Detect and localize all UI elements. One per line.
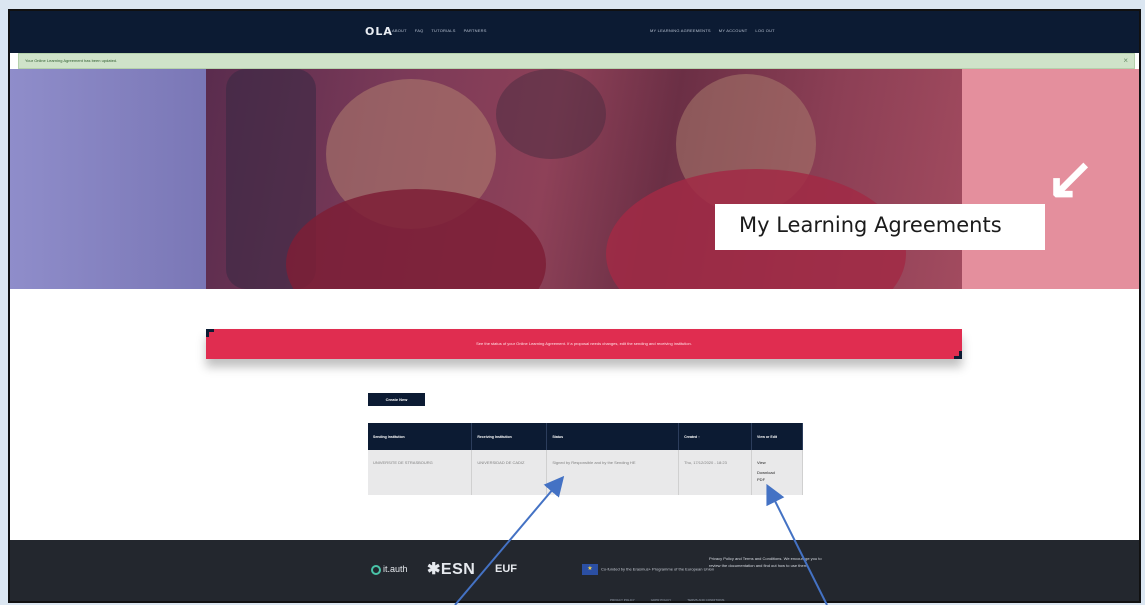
- column-header-receiving[interactable]: Receiving Institution: [471, 423, 548, 450]
- footer-note: Privacy Policy and Terms and Conditions.…: [709, 556, 822, 568]
- footer-links: PRIVACY POLICY GDPR POLICY TERMS AND CON…: [610, 598, 724, 601]
- eu-flag-icon: ★: [582, 564, 598, 575]
- cell-status: Signed by Responsible and by the Sending…: [546, 450, 680, 495]
- arrow-down-left-icon: ↙: [1046, 146, 1095, 211]
- page-title: My Learning Agreements: [739, 213, 1002, 237]
- footer-link-privacy[interactable]: PRIVACY POLICY: [610, 598, 635, 601]
- nav-right-menu: MY LEARNING AGREEMENTS MY ACCOUNT LOG OU…: [650, 28, 775, 33]
- corner-decoration: [206, 329, 214, 337]
- nav-tutorials[interactable]: TUTORIALS: [431, 28, 455, 33]
- browser-frame: OLA ABOUT FAQ TUTORIALS PARTNERS MY LEAR…: [8, 9, 1141, 603]
- learning-agreements-table: Sending Institution Receiving Institutio…: [368, 423, 803, 495]
- create-new-button[interactable]: Create New: [368, 393, 425, 406]
- nav-left-menu: ABOUT FAQ TUTORIALS PARTNERS: [392, 28, 487, 33]
- footer: it.auth ✱ESN EUF ★ Co-funded by the Erasm…: [10, 540, 1139, 601]
- view-link[interactable]: View: [757, 459, 781, 466]
- nav-my-learning-agreements[interactable]: MY LEARNING AGREEMENTS: [650, 28, 711, 33]
- cell-sending-institution: UNIVERSITE DE STRASBOURG: [368, 450, 473, 495]
- info-banner: See the status of your Online Learning A…: [206, 329, 962, 359]
- nav-partners[interactable]: PARTNERS: [464, 28, 487, 33]
- footer-link-terms[interactable]: TERMS AND CONDITIONS: [687, 598, 724, 601]
- status-message: Your Online Learning Agreement has been …: [18, 53, 1135, 69]
- column-header-created[interactable]: Created ↑: [678, 423, 753, 450]
- cell-view-or-edit: View Download PDF: [751, 450, 803, 495]
- column-header-sending[interactable]: Sending Institution: [368, 423, 473, 450]
- site-logo[interactable]: OLA: [365, 25, 393, 38]
- close-icon[interactable]: ×: [1123, 56, 1128, 65]
- nav-my-account[interactable]: MY ACCOUNT: [719, 28, 748, 33]
- hero-photo: [206, 69, 962, 289]
- info-banner-text: See the status of your Online Learning A…: [476, 341, 692, 346]
- table-row: UNIVERSITE DE STRASBOURG UNIVERSIDAD DE …: [368, 450, 803, 495]
- download-pdf-link[interactable]: Download PDF: [757, 469, 781, 483]
- erasmus-logo[interactable]: ★ Co-funded by the Erasmus+ Programme of …: [582, 564, 714, 575]
- nav-faq[interactable]: FAQ: [415, 28, 424, 33]
- hero-title-box: My Learning Agreements: [715, 204, 1045, 250]
- nav-log-out[interactable]: LOG OUT: [755, 28, 774, 33]
- esn-logo[interactable]: ✱ESN: [427, 559, 475, 579]
- star-icon: ✱: [427, 561, 441, 578]
- corner-decoration: [954, 351, 962, 359]
- status-message-text: Your Online Learning Agreement has been …: [25, 58, 118, 63]
- itauth-logo[interactable]: it.auth: [371, 564, 408, 575]
- hero-banner: ↙ My Learning Agreements: [10, 69, 1139, 289]
- top-navigation: OLA ABOUT FAQ TUTORIALS PARTNERS MY LEAR…: [10, 11, 1139, 53]
- nav-about[interactable]: ABOUT: [392, 28, 407, 33]
- cell-created: Thu, 17/12/2020 - 18:23: [678, 450, 753, 495]
- hero-left-panel: [10, 69, 206, 289]
- footer-link-gdpr[interactable]: GDPR POLICY: [651, 598, 672, 601]
- cell-receiving-institution: UNIVERSIDAD DE CADIZ: [471, 450, 548, 495]
- ring-icon: [371, 564, 381, 575]
- euf-logo[interactable]: EUF: [495, 563, 517, 575]
- table-header-row: Sending Institution Receiving Institutio…: [368, 423, 803, 450]
- column-header-view-or-edit: View or Edit: [751, 423, 803, 450]
- column-header-status[interactable]: Status: [546, 423, 680, 450]
